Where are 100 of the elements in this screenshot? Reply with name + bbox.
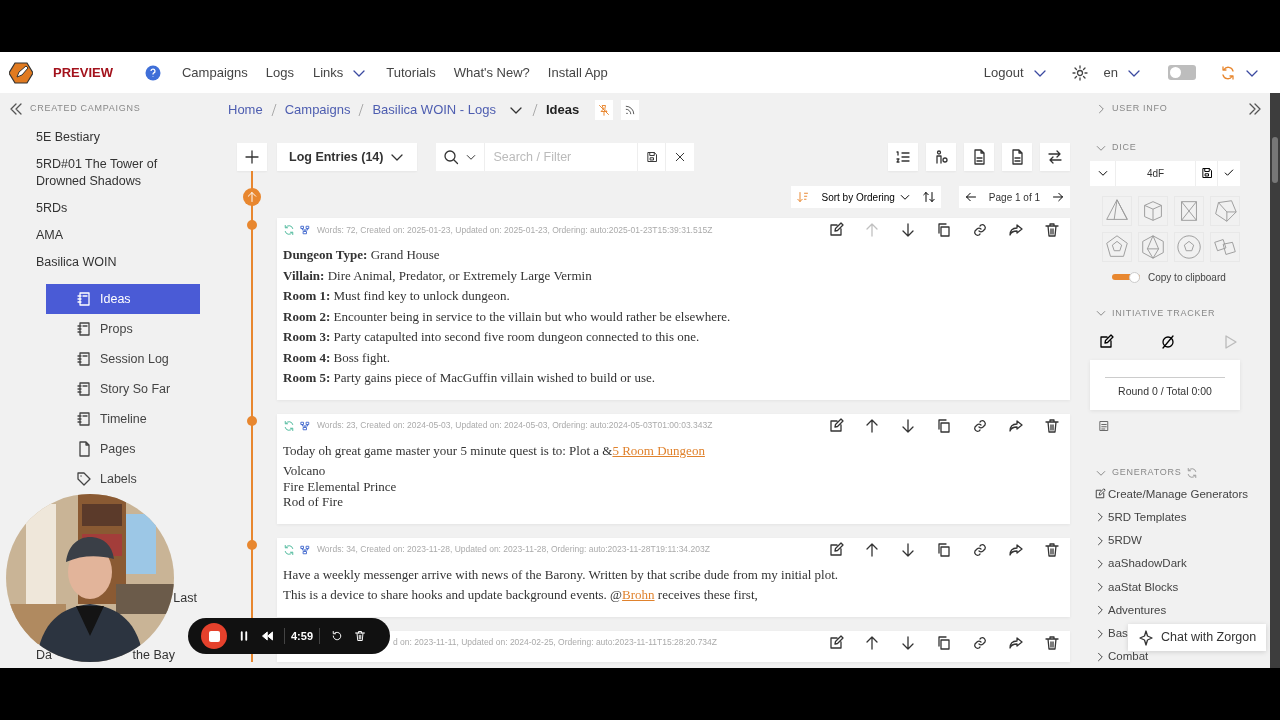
log-item[interactable]: Session Log bbox=[46, 344, 200, 374]
generator-item[interactable]: 5RD Templates bbox=[1094, 508, 1187, 526]
breadcrumb-separator bbox=[358, 103, 365, 117]
notebook-icon bbox=[76, 321, 92, 337]
pdf-export-button[interactable] bbox=[964, 143, 994, 171]
log-item[interactable]: Timeline bbox=[46, 404, 200, 434]
restart-icon bbox=[331, 630, 344, 642]
play-icon bbox=[1222, 334, 1238, 350]
link-icon bbox=[972, 541, 988, 558]
empty-set-icon bbox=[1160, 334, 1176, 350]
chat-button[interactable]: Chat with Zorgon bbox=[1128, 624, 1267, 651]
log-item[interactable]: Story So Far bbox=[46, 374, 200, 404]
copy-switch[interactable] bbox=[1112, 274, 1140, 280]
breadcrumb-current: Ideas bbox=[546, 101, 580, 120]
generator-item[interactable]: Bas bbox=[1094, 625, 1128, 643]
unpin-button[interactable] bbox=[595, 100, 614, 120]
arrow-right-icon bbox=[1052, 191, 1064, 203]
sync-icon bbox=[1220, 64, 1236, 81]
rss-icon bbox=[624, 104, 637, 116]
sort-direction-icon bbox=[922, 191, 935, 203]
campaign-item[interactable]: AMA bbox=[0, 222, 175, 249]
entry-paragraph: Room 2: Encounter being in service to the villain but who would rather be elsewhere. bbox=[283, 308, 732, 324]
entry-paragraph: Room 1: Must find key to unlock dungeon. bbox=[283, 288, 511, 304]
arrow-down-icon bbox=[900, 417, 916, 434]
stop-button[interactable] bbox=[201, 623, 227, 649]
settings-button[interactable] bbox=[1071, 64, 1088, 81]
campaign-item[interactable]: 5E Bestiary bbox=[0, 124, 175, 151]
campaign-item[interactable]: 5RDs bbox=[0, 195, 175, 222]
breadcrumb-separator bbox=[532, 103, 538, 117]
logout-link[interactable]: Logout bbox=[983, 62, 1024, 83]
save-search-button[interactable] bbox=[638, 143, 667, 171]
log-item[interactable]: Ideas bbox=[46, 284, 200, 314]
generator-item[interactable]: Combat bbox=[1094, 648, 1149, 666]
arrow-down-icon bbox=[900, 222, 916, 238]
plus-icon bbox=[244, 149, 260, 165]
swap-button[interactable] bbox=[1040, 143, 1070, 171]
log-item[interactable]: Labels bbox=[46, 464, 200, 494]
scrollbar-thumb[interactable] bbox=[1272, 137, 1278, 183]
logo-icon[interactable] bbox=[9, 61, 33, 84]
save-icon bbox=[645, 151, 658, 163]
breadcrumb-link[interactable]: Campaigns bbox=[284, 100, 351, 120]
generator-item[interactable]: aaStat Blocks bbox=[1094, 578, 1179, 596]
double-chevron-right-icon bbox=[1247, 101, 1263, 117]
refresh-icon bbox=[1186, 466, 1199, 479]
entry-metadata: Words: 23, Created on: 2024-05-03, Updated on: 2024-05-03, Ordering: auto:2024-05-03T01:00:03.343Z bbox=[317, 419, 713, 432]
generator-item[interactable]: aaShadowDark bbox=[1094, 555, 1187, 573]
manage-generators-link[interactable]: Create/Manage Generators bbox=[1094, 485, 1248, 503]
help-icon[interactable] bbox=[144, 64, 161, 81]
collapse-panel-button[interactable] bbox=[1247, 101, 1263, 117]
nav-link[interactable]: Install App bbox=[547, 62, 608, 83]
rewind-button[interactable] bbox=[261, 630, 273, 642]
pause-button[interactable] bbox=[238, 630, 250, 642]
page-icon bbox=[76, 441, 92, 457]
settings-icon bbox=[1071, 64, 1088, 81]
arrow-down-icon bbox=[900, 541, 916, 558]
scrollbar[interactable] bbox=[1270, 93, 1280, 668]
nav-link[interactable]: Logs bbox=[265, 62, 294, 83]
nav-link[interactable]: What's New? bbox=[453, 62, 530, 83]
discard-button[interactable] bbox=[354, 630, 367, 642]
entry-paragraph: Today oh great game master your 5 minute quest is to: Plot a &5 Room Dungeon bbox=[283, 442, 706, 458]
edit-tracker-button[interactable] bbox=[1098, 334, 1114, 350]
person-gear-icon bbox=[933, 149, 949, 165]
campaign-item-text: Da bbox=[36, 647, 52, 664]
copy-icon bbox=[936, 222, 952, 238]
swap-icon bbox=[1047, 149, 1063, 165]
person-settings-button[interactable] bbox=[926, 143, 956, 171]
breadcrumb-link[interactable]: Home bbox=[228, 100, 263, 120]
restart-button[interactable] bbox=[331, 630, 344, 642]
campaign-item[interactable]: 5RD#01 The Tower of Drowned Shadows bbox=[0, 151, 175, 195]
log-item[interactable]: Pages bbox=[46, 434, 200, 464]
breadcrumb-link[interactable]: Basilica WOIN - Logs bbox=[372, 100, 496, 120]
sync-icon bbox=[283, 543, 295, 556]
clear-button[interactable] bbox=[1160, 334, 1176, 350]
notebook-icon bbox=[76, 291, 92, 307]
trash-icon bbox=[1044, 222, 1060, 238]
copy-icon bbox=[936, 541, 952, 558]
nav-link[interactable]: Campaigns bbox=[181, 62, 248, 83]
file-icon bbox=[1009, 149, 1025, 165]
nav-link[interactable]: Links bbox=[312, 62, 344, 83]
sync-icon bbox=[283, 224, 295, 236]
log-selector[interactable]: Log Entries (14) bbox=[277, 143, 418, 171]
log-item[interactable]: Props bbox=[46, 314, 200, 344]
campaign-item[interactable]: Basilica WOIN bbox=[0, 249, 175, 276]
edit-icon bbox=[828, 222, 844, 238]
doc-export-button[interactable] bbox=[1002, 143, 1032, 171]
numbered-list-button[interactable] bbox=[888, 143, 918, 171]
generator-item[interactable]: Adventures bbox=[1094, 601, 1167, 619]
campaign-item-text: the Bay bbox=[132, 647, 175, 664]
link-icon bbox=[972, 634, 988, 651]
nav-link[interactable]: Tutorials bbox=[386, 62, 436, 83]
search-mode-button[interactable] bbox=[436, 143, 486, 171]
search-field[interactable]: Search / Filter bbox=[485, 143, 639, 171]
theme-switch[interactable] bbox=[1168, 65, 1196, 80]
language-selector[interactable]: en bbox=[1103, 62, 1118, 83]
rss-button[interactable] bbox=[621, 100, 640, 120]
generator-item[interactable]: 5RDW bbox=[1094, 532, 1142, 550]
timeline-dot bbox=[247, 539, 257, 550]
entry-paragraph: Dungeon Type: Grand House bbox=[283, 247, 441, 263]
add-button[interactable] bbox=[237, 143, 267, 171]
round-summary: Round 0 / Total 0:00 bbox=[1118, 384, 1212, 400]
